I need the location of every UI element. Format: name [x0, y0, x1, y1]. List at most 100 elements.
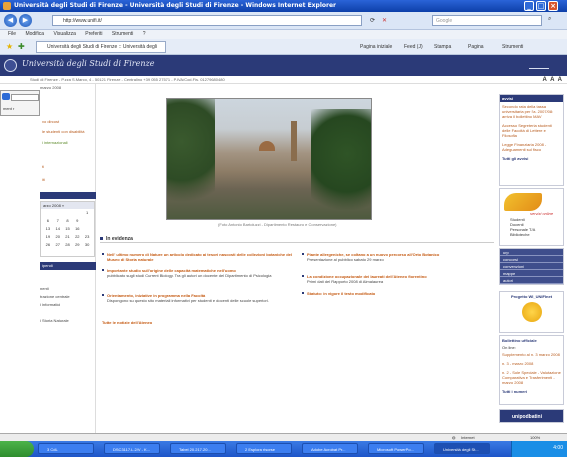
- bollettino-item[interactable]: Supplemento al n. 3 marzo 2008: [500, 350, 563, 359]
- avvisi-item[interactable]: Secondo rata della tassa universitaria p…: [500, 102, 563, 121]
- left-section-item[interactable]: trazione centrale: [40, 294, 70, 299]
- stop-icon[interactable]: ✕: [382, 17, 387, 24]
- calendar-day[interactable]: 20: [53, 234, 63, 240]
- taskbar-button[interactable]: Microsoft PowerPo...: [368, 443, 424, 454]
- feed-command[interactable]: Feed (J): [404, 41, 423, 53]
- calendar-day[interactable]: 14: [53, 226, 63, 232]
- browser-tab[interactable]: Università degli Studi di Firenze :: Uni…: [36, 41, 166, 61]
- bollettino-item[interactable]: n. 3 - marzo 2008: [500, 359, 563, 368]
- close-button[interactable]: ×: [548, 1, 558, 11]
- popup-search-input[interactable]: [11, 94, 39, 101]
- popup-menu: ment r: [1, 106, 14, 111]
- start-button[interactable]: [0, 441, 34, 457]
- add-favorite-icon[interactable]: ✚: [18, 42, 25, 51]
- bollettino-item[interactable]: n. 2 - Sole Speciale - Valutazione Compa…: [500, 368, 563, 387]
- menu-concorsi[interactable]: concorsi: [500, 256, 563, 263]
- dome-shape: [259, 141, 275, 151]
- left-section-title: ipendi: [40, 262, 96, 270]
- left-section-item[interactable]: i informatici: [40, 302, 60, 307]
- calendar-day[interactable]: 26: [43, 242, 53, 248]
- news-item[interactable]: Importante studio sull'origine delle cap…: [102, 268, 292, 278]
- left-link[interactable]: vo dircost: [42, 119, 59, 124]
- calendar-day[interactable]: 7: [53, 218, 63, 224]
- favorites-star-icon[interactable]: ★: [6, 42, 13, 51]
- florence-photo: [166, 98, 372, 221]
- taskbar-button[interactable]: DSC3117.L.2/V - K...: [104, 443, 160, 454]
- back-button[interactable]: ◀: [4, 14, 17, 27]
- taskbar-button[interactable]: Tabel 20.217.20...: [170, 443, 226, 454]
- left-column: marzo 2008 ment r vo dircost le studenti…: [0, 84, 96, 433]
- minimize-button[interactable]: _: [524, 1, 534, 11]
- forward-button[interactable]: ▶: [19, 14, 32, 27]
- text-size-controls[interactable]: A A A: [543, 76, 563, 84]
- progetto-box[interactable]: Progetto WI_UNIFInet: [499, 291, 564, 333]
- popup-menu-item[interactable]: ment: [3, 106, 12, 111]
- site-name[interactable]: Università degli Studi di Firenze: [22, 59, 154, 68]
- left-link[interactable]: ti: [42, 164, 44, 169]
- menu-file[interactable]: File: [8, 31, 16, 37]
- popup-menu-item[interactable]: r: [13, 106, 14, 111]
- bollettino-title[interactable]: Bollettino ufficiale: [500, 336, 563, 345]
- taskbar-button[interactable]: Adobe Acrobat Pr...: [302, 443, 358, 454]
- progetto-label[interactable]: Progetto WI_UNIFInet: [500, 292, 563, 299]
- news-item[interactable]: Statuto: in vigore il testo modificato: [302, 291, 492, 296]
- news-item[interactable]: Nell' ultimo numero di Nature un articol…: [102, 252, 292, 262]
- news-item[interactable]: Orientamento, iniziative in programma ne…: [102, 293, 292, 303]
- avvisi-item[interactable]: Accesso Segreteria studenti delle Facolt…: [500, 121, 563, 140]
- calendar-day[interactable]: 16: [72, 226, 82, 232]
- avvisi-item[interactable]: Legge Finanziaria 2008 - Adeguamenti sul…: [500, 140, 563, 154]
- home-command[interactable]: Pagina iniziale: [360, 41, 392, 53]
- podcast-badge[interactable]: unipodbatini: [499, 409, 564, 423]
- calendar-day: [72, 210, 82, 216]
- calendar-day[interactable]: 9: [72, 218, 82, 224]
- calendar-day[interactable]: 1: [82, 210, 92, 216]
- all-notices-link[interactable]: Tutti gli avvisi: [500, 154, 563, 163]
- left-link[interactable]: le studenti con disabilità: [42, 129, 84, 134]
- calendar-day[interactable]: 15: [63, 226, 73, 232]
- avvisi-title: avvisi: [500, 95, 563, 102]
- taskbar-button[interactable]: 2 Esplora risorse: [236, 443, 292, 454]
- menu-autori[interactable]: autori: [500, 277, 563, 284]
- calendar-day[interactable]: 29: [72, 242, 82, 248]
- print-command[interactable]: Stampa: [434, 41, 451, 53]
- news-item[interactable]: La condizione occupazionale dei laureati…: [302, 274, 492, 284]
- refresh-icon[interactable]: ⟳: [370, 17, 375, 24]
- menu-mappe[interactable]: mappe: [500, 270, 563, 277]
- calendar-day[interactable]: 8: [63, 218, 73, 224]
- calendar-day[interactable]: 23: [82, 234, 92, 240]
- taskbar-button[interactable]: Università degli St...: [434, 443, 490, 454]
- menu-modifica[interactable]: Modifica: [25, 31, 44, 37]
- calendar-next-icon[interactable]: »: [62, 203, 64, 208]
- calendar-day[interactable]: 30: [82, 242, 92, 248]
- university-seal-icon[interactable]: [4, 59, 17, 72]
- left-section-item[interactable]: nenti: [40, 286, 49, 291]
- popup-nav-icon[interactable]: [2, 93, 10, 100]
- servizi-item[interactable]: Biblioteche: [510, 232, 535, 237]
- all-issues-link[interactable]: Tutti i numeri: [500, 387, 563, 396]
- calendar-day[interactable]: 6: [43, 218, 53, 224]
- search-input[interactable]: Google: [432, 15, 542, 26]
- maximize-button[interactable]: □: [536, 1, 546, 11]
- menu-strumenti[interactable]: Strumenti: [112, 31, 133, 37]
- left-section-item[interactable]: i Storia Naturale: [40, 318, 69, 323]
- tools-command[interactable]: Strumenti: [502, 41, 523, 53]
- menu-urp[interactable]: urp: [500, 249, 563, 256]
- calendar-day[interactable]: 19: [43, 234, 53, 240]
- all-news-link[interactable]: Tutte le notizie dell'Ateneo: [102, 320, 152, 325]
- calendar-day[interactable]: 22: [72, 234, 82, 240]
- search-icon[interactable]: ⌕: [548, 16, 551, 23]
- page-command[interactable]: Pagina: [468, 41, 484, 53]
- news-item[interactable]: Piante allergeniche, se coltano a un nuo…: [302, 252, 492, 262]
- calendar-day[interactable]: 27: [53, 242, 63, 248]
- address-input[interactable]: http://www.unifi.it/: [52, 15, 362, 26]
- taskbar-button[interactable]: 3 CdL: [38, 443, 94, 454]
- left-link[interactable]: iti: [42, 177, 45, 182]
- menu-help[interactable]: ?: [143, 31, 146, 37]
- menu-convenzioni[interactable]: convenzioni: [500, 263, 563, 270]
- calendar-day[interactable]: 28: [63, 242, 73, 248]
- calendar-day[interactable]: 21: [63, 234, 73, 240]
- menu-visualizza[interactable]: Visualizza: [53, 31, 75, 37]
- menu-preferiti[interactable]: Preferiti: [85, 31, 102, 37]
- calendar-day[interactable]: 13: [43, 226, 53, 232]
- left-link[interactable]: i internazionali: [42, 140, 68, 145]
